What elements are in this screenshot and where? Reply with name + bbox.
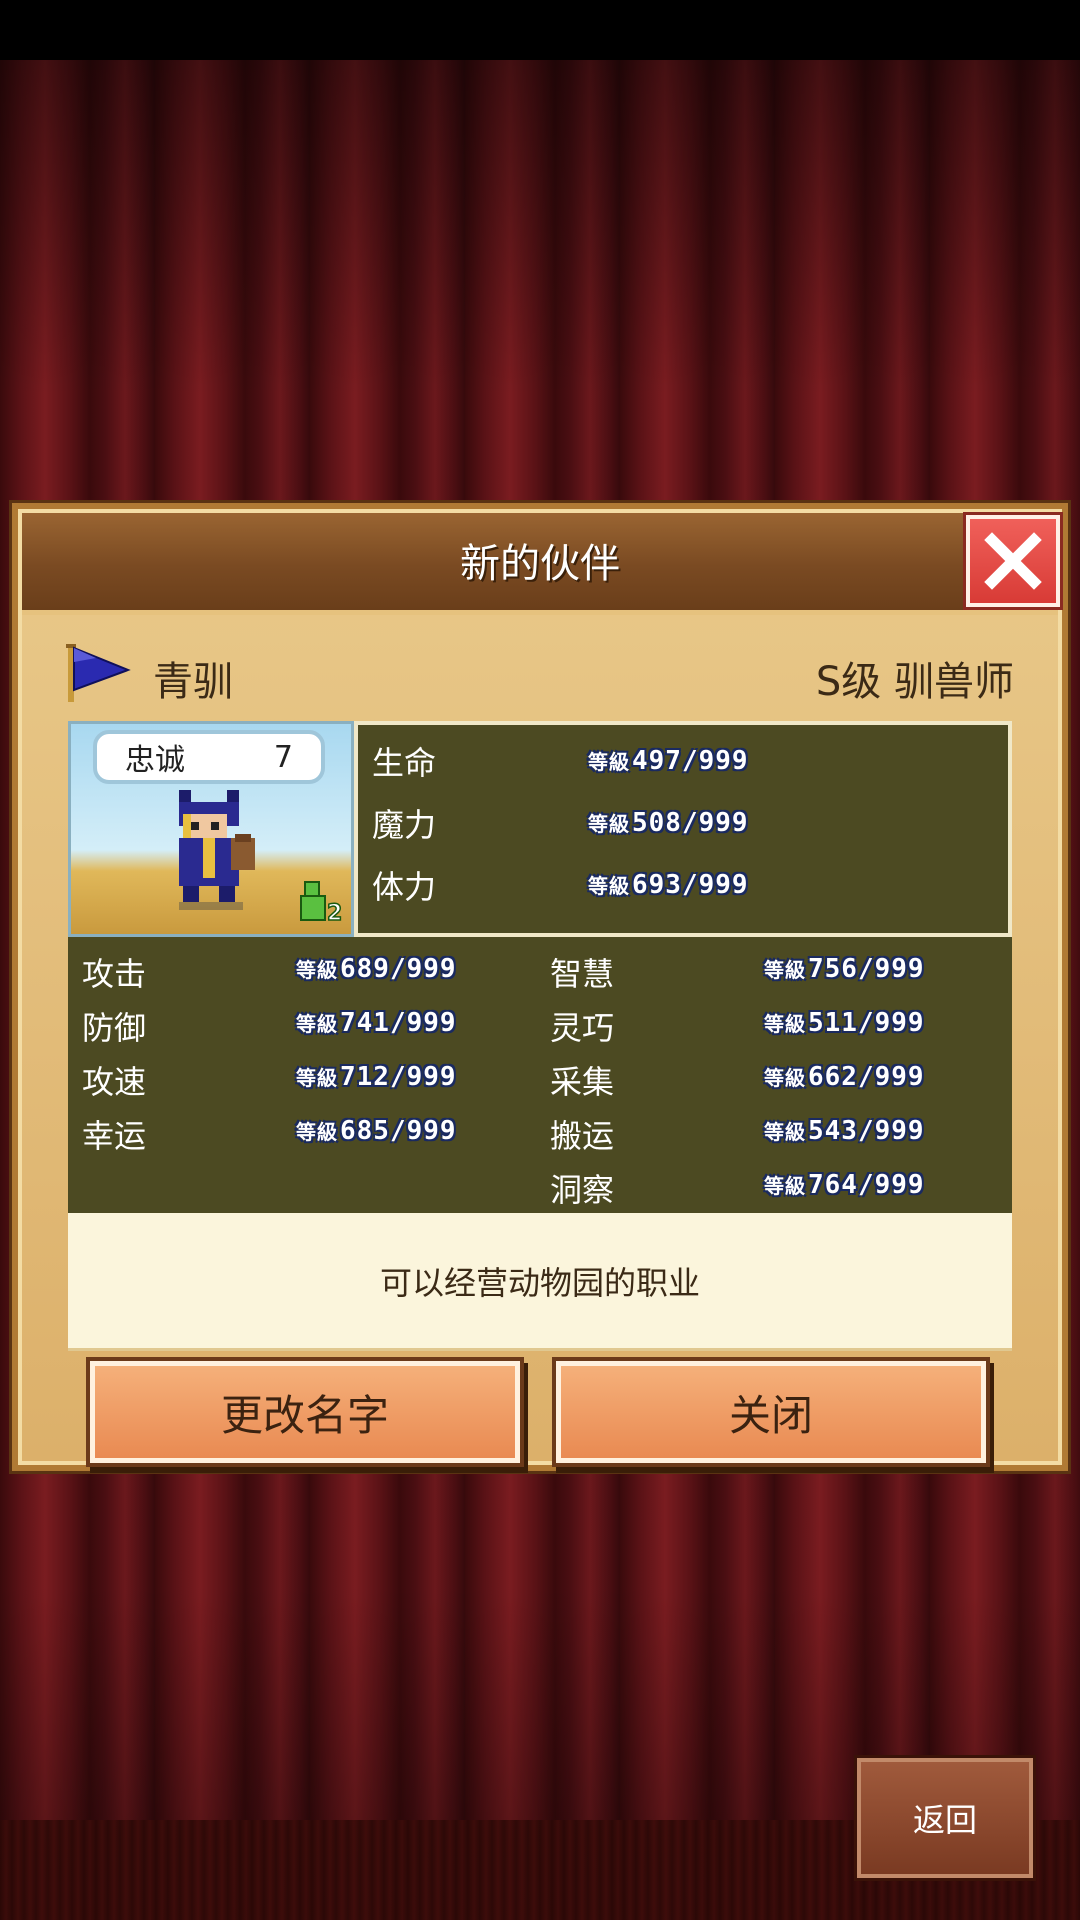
character-portrait: 忠诚 7 2: [68, 721, 354, 937]
status-bar: [0, 0, 1080, 60]
stat-wisdom: 智慧 等級756/999: [550, 954, 925, 993]
party-member-icon: 2: [300, 881, 343, 924]
stat-label: 魔力: [372, 806, 437, 844]
dialog-title: 新的伙伴: [460, 541, 620, 587]
stat-row-mp: 魔力 等級508/999: [358, 793, 1008, 853]
stat-carrying: 搬运 等級543/999: [550, 1116, 925, 1155]
stat-value: 等級693/999: [588, 870, 749, 900]
sub-stats-panel: 攻击 等級689/999 防御 等級741/999 攻速 等級712/999 幸…: [68, 937, 1012, 1213]
stat-luck: 幸运 等級685/999: [82, 1116, 457, 1155]
stat-label: 生命: [372, 744, 437, 782]
stat-insight: 洞察 等級764/999: [550, 1170, 925, 1209]
stat-value: 等級508/999: [588, 808, 749, 838]
job-description: 可以经营动物园的职业: [68, 1213, 1012, 1351]
stat-dexterity: 灵巧 等級511/999: [550, 1008, 925, 1047]
stat-gathering: 采集 等級662/999: [550, 1062, 925, 1101]
back-button[interactable]: 返回: [857, 1758, 1033, 1878]
close-x-glyph: [984, 532, 1042, 590]
flag-icon: [66, 644, 131, 702]
stat-defense: 防御 等級741/999: [82, 1008, 457, 1047]
dialog-header: 新的伙伴: [22, 513, 1058, 615]
loyalty-value: 7: [273, 739, 293, 775]
stat-value: 等級497/999: [588, 746, 749, 776]
character-name[interactable]: 青驯: [153, 649, 233, 707]
stat-row-hp: 生命 等級497/999: [358, 731, 1008, 791]
stat-attack-speed: 攻速 等級712/999: [82, 1062, 457, 1101]
close-icon[interactable]: [966, 515, 1060, 607]
rename-button[interactable]: 更改名字: [90, 1361, 520, 1463]
main-stats-panel: 生命 等級497/999 魔力 等級508/999 体力 等級693/999: [354, 721, 1012, 937]
character-class: S级 驯兽师: [815, 659, 1014, 705]
stat-attack: 攻击 等級689/999: [82, 954, 457, 993]
loyalty-label: 忠诚: [125, 743, 185, 778]
stat-label: 体力: [372, 868, 437, 906]
close-button[interactable]: 关闭: [556, 1361, 986, 1463]
beast-tamer-sprite: [179, 790, 255, 910]
loyalty-badge: 忠诚 7: [93, 730, 325, 784]
new-companion-dialog: 新的伙伴 青驯 S级 驯兽师 忠诚 7 2 生命 等級497/999 魔力 等級…: [12, 503, 1068, 1471]
stat-row-stamina: 体力 等級693/999: [358, 855, 1008, 915]
party-badge-count: 2: [327, 901, 342, 924]
